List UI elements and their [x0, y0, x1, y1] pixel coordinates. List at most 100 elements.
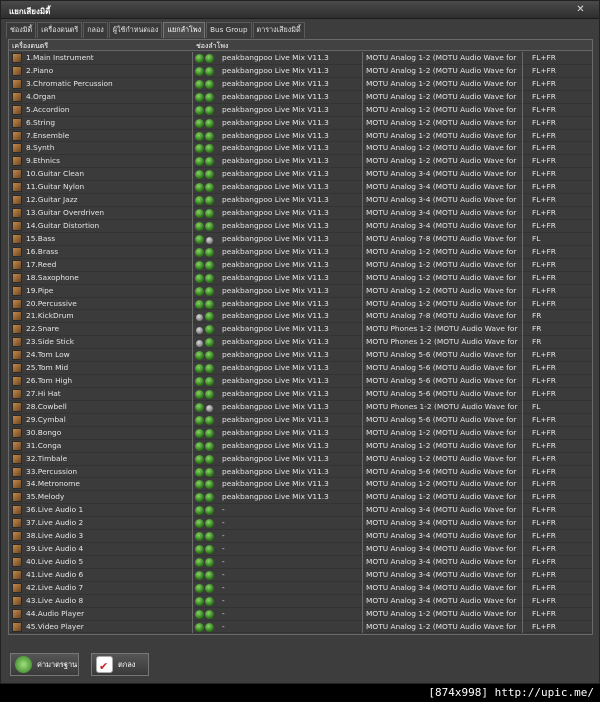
- led-indicator-icon[interactable]: [205, 221, 214, 231]
- led-indicator-icon[interactable]: [205, 183, 214, 193]
- output-port[interactable]: MOTU Analog 1-2 (MOTU Audio Wave for 64 …: [366, 621, 519, 634]
- output-port[interactable]: MOTU Analog 3-4 (MOTU Audio Wave for 64 …: [366, 595, 519, 608]
- output-port[interactable]: MOTU Analog 1-2 (MOTU Audio Wave for 64 …: [366, 155, 519, 168]
- output-port[interactable]: MOTU Analog 3-4 (MOTU Audio Wave for 64 …: [366, 220, 519, 233]
- channel-mode[interactable]: FL+FR: [532, 91, 587, 104]
- channel-mode[interactable]: FL+FR: [532, 414, 587, 427]
- channel-mode[interactable]: FL+FR: [532, 453, 587, 466]
- speaker-indicators[interactable]: [195, 595, 219, 608]
- led-indicator-icon[interactable]: [195, 209, 204, 219]
- table-row[interactable]: 19.Pipe peakbangpoo Live Mix V11.3 MOTU An…: [9, 284, 592, 298]
- channel-mode[interactable]: FR: [532, 323, 587, 336]
- speaker-indicators[interactable]: [195, 569, 219, 582]
- led-indicator-icon[interactable]: [205, 493, 214, 503]
- table-row[interactable]: 22.Snare peakbangpoo Live Mix V11.3 MOTU P…: [9, 323, 592, 337]
- table-row[interactable]: 39.Live Audio 4 - MOTU Analog 3-4 (MOTU Au…: [9, 543, 592, 556]
- led-indicator-icon[interactable]: [205, 389, 214, 399]
- tab-1[interactable]: เครื่องดนตรี: [37, 22, 83, 38]
- channel-mode[interactable]: FL+FR: [532, 155, 587, 168]
- speaker-indicators[interactable]: [195, 130, 219, 143]
- output-port[interactable]: MOTU Analog 1-2 (MOTU Audio Wave for 64 …: [366, 117, 519, 130]
- channel-mode[interactable]: FL+FR: [532, 543, 587, 556]
- channel-mode[interactable]: FL+FR: [532, 298, 587, 311]
- output-port[interactable]: MOTU Analog 1-2 (MOTU Audio Wave for 64 …: [366, 608, 519, 621]
- table-row[interactable]: 28.Cowbell peakbangpoo Live Mix V11.3 MOTU…: [9, 400, 592, 414]
- table-row[interactable]: 4.Organ peakbangpoo Live Mix V11.3 MOTU An…: [9, 90, 592, 104]
- led-indicator-icon[interactable]: [195, 377, 204, 387]
- speaker-indicators[interactable]: [195, 466, 219, 479]
- led-indicator-icon[interactable]: [205, 92, 214, 102]
- led-indicator-icon[interactable]: [195, 557, 204, 567]
- speaker-indicators[interactable]: [195, 336, 219, 349]
- speaker-indicators[interactable]: [195, 543, 219, 556]
- channel-mode[interactable]: FL+FR: [532, 285, 587, 298]
- table-row[interactable]: 42.Live Audio 7 - MOTU Analog 3-4 (MOTU Au…: [9, 581, 592, 595]
- speaker-indicators[interactable]: [195, 259, 219, 272]
- led-indicator-icon[interactable]: [195, 532, 204, 542]
- output-port[interactable]: MOTU Analog 1-2 (MOTU Audio Wave for 64 …: [366, 298, 519, 311]
- channel-mode[interactable]: FL+FR: [532, 65, 587, 78]
- close-icon[interactable]: ✕: [574, 4, 587, 16]
- table-row[interactable]: 17.Reed peakbangpoo Live Mix V11.3 MOTU An…: [9, 258, 592, 272]
- led-indicator-icon[interactable]: [205, 170, 214, 180]
- led-indicator-icon[interactable]: [205, 105, 214, 115]
- output-port[interactable]: MOTU Analog 1-2 (MOTU Audio Wave for 64 …: [366, 52, 519, 65]
- speaker-indicators[interactable]: [195, 272, 219, 285]
- channel-mode[interactable]: FL+FR: [532, 194, 587, 207]
- output-port[interactable]: MOTU Analog 1-2 (MOTU Audio Wave for 64 …: [366, 130, 519, 143]
- speaker-indicators[interactable]: [195, 504, 219, 517]
- speaker-indicators[interactable]: [195, 220, 219, 233]
- speaker-indicators[interactable]: [195, 440, 219, 453]
- speaker-indicators[interactable]: [195, 621, 219, 634]
- table-row[interactable]: 9.Ethnics peakbangpoo Live Mix V11.3 MOTU …: [9, 155, 592, 169]
- output-port[interactable]: MOTU Analog 5-6 (MOTU Audio Wave for 64 …: [366, 414, 519, 427]
- speaker-indicators[interactable]: [195, 52, 219, 65]
- speaker-indicators[interactable]: [195, 310, 219, 323]
- speaker-indicators[interactable]: [195, 375, 219, 388]
- channel-mode[interactable]: FL: [532, 233, 587, 246]
- channel-mode[interactable]: FL+FR: [532, 504, 587, 517]
- channel-mode[interactable]: FL+FR: [532, 440, 587, 453]
- output-port[interactable]: MOTU Analog 3-4 (MOTU Audio Wave for 64 …: [366, 517, 519, 530]
- output-port[interactable]: MOTU Analog 5-6 (MOTU Audio Wave for 64 …: [366, 466, 519, 479]
- speaker-indicators[interactable]: [195, 323, 219, 336]
- table-row[interactable]: 20.Percussive peakbangpoo Live Mix V11.3 M…: [9, 297, 592, 311]
- speaker-indicators[interactable]: [195, 608, 219, 621]
- table-row[interactable]: 45.Video Player - MOTU Analog 1-2 (MOTU Au…: [9, 620, 592, 634]
- led-indicator-icon[interactable]: [206, 236, 213, 244]
- channel-mode[interactable]: FL+FR: [532, 517, 587, 530]
- led-indicator-icon[interactable]: [195, 364, 204, 374]
- speaker-indicators[interactable]: [195, 207, 219, 220]
- speaker-indicators[interactable]: [195, 194, 219, 207]
- ok-button[interactable]: ตกลง: [91, 653, 149, 677]
- led-indicator-icon[interactable]: [205, 351, 214, 361]
- output-port[interactable]: MOTU Analog 3-4 (MOTU Audio Wave for 64 …: [366, 530, 519, 543]
- default-button[interactable]: ค่ามาตรฐาน: [10, 653, 79, 676]
- table-row[interactable]: 12.Guitar Jazz peakbangpoo Live Mix V11.3…: [9, 194, 592, 208]
- speaker-indicators[interactable]: [195, 388, 219, 401]
- tab-0[interactable]: ช่องมิดี้: [6, 22, 37, 38]
- output-port[interactable]: MOTU Analog 5-6 (MOTU Audio Wave for 64 …: [366, 362, 519, 375]
- speaker-indicators[interactable]: [195, 233, 219, 246]
- channel-mode[interactable]: FL+FR: [532, 272, 587, 285]
- led-indicator-icon[interactable]: [195, 428, 204, 438]
- table-row[interactable]: 35.Melody peakbangpoo Live Mix V11.3 MOTU …: [9, 491, 592, 505]
- channel-mode[interactable]: FR: [532, 310, 587, 323]
- channel-mode[interactable]: FL+FR: [532, 556, 587, 569]
- output-port[interactable]: MOTU Analog 3-4 (MOTU Audio Wave for 64 …: [366, 207, 519, 220]
- table-row[interactable]: 38.Live Audio 3 - MOTU Analog 3-4 (MOTU Au…: [9, 530, 592, 544]
- led-indicator-icon[interactable]: [195, 54, 204, 63]
- table-row[interactable]: 44.Audio Player - MOTU Analog 1-2 (MOTU Au…: [9, 607, 592, 621]
- table-row[interactable]: 30.Bongo peakbangpoo Live Mix V11.3 MOTU A…: [9, 426, 592, 440]
- table-row[interactable]: 2.Piano peakbangpoo Live Mix V11.3 MOTU An…: [9, 64, 592, 78]
- led-indicator-icon[interactable]: [195, 234, 204, 244]
- led-indicator-icon[interactable]: [195, 273, 204, 283]
- led-indicator-icon[interactable]: [205, 570, 214, 580]
- channel-mode[interactable]: FL+FR: [532, 466, 587, 479]
- led-indicator-icon[interactable]: [195, 66, 204, 76]
- led-indicator-icon[interactable]: [205, 118, 214, 128]
- led-indicator-icon[interactable]: [195, 170, 204, 180]
- led-indicator-icon[interactable]: [195, 221, 204, 231]
- output-port[interactable]: MOTU Analog 3-4 (MOTU Audio Wave for 64 …: [366, 582, 519, 595]
- table-row[interactable]: 21.KickDrum peakbangpoo Live Mix V11.3 MOT…: [9, 310, 592, 324]
